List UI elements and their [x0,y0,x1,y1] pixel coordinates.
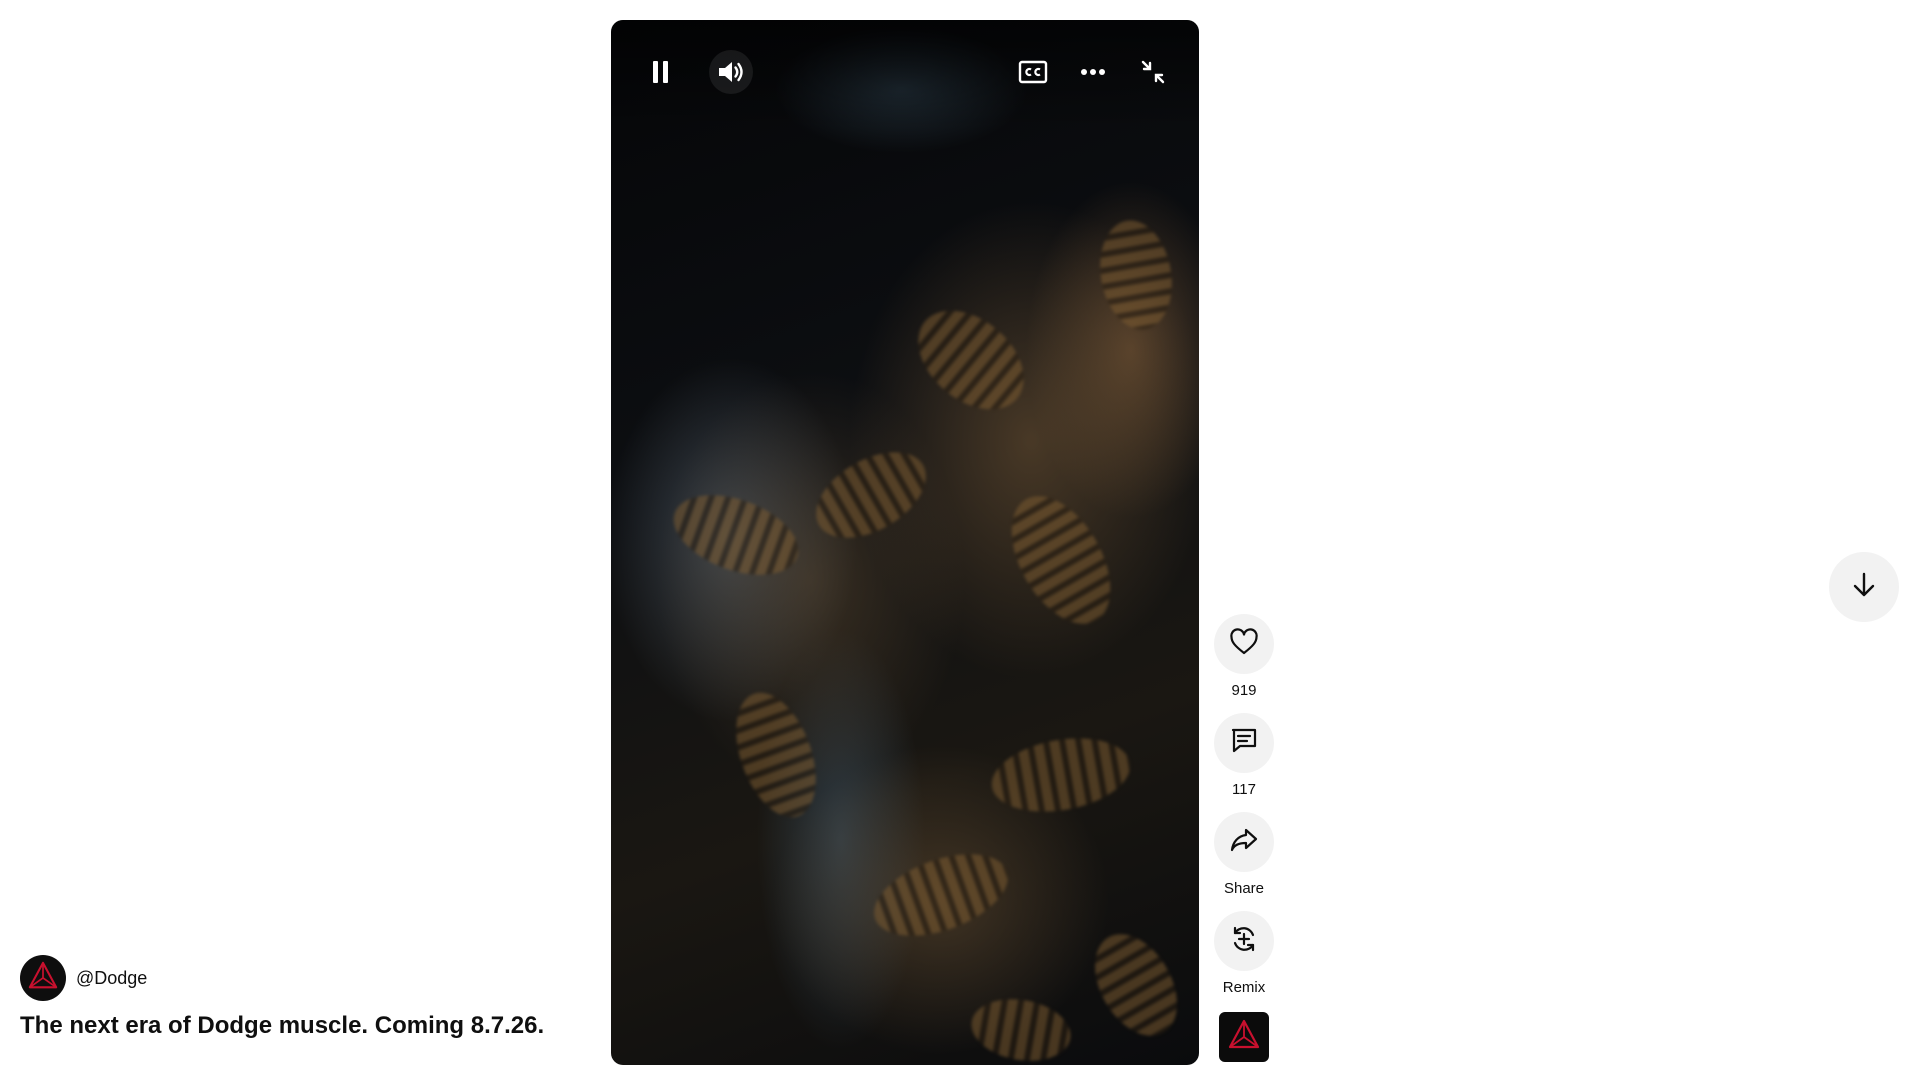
action-bar: 919 117 Share Remix [1214,614,1274,1062]
comment-icon [1230,727,1258,760]
remix-icon [1229,924,1259,959]
channel-handle[interactable]: @Dodge [76,968,147,989]
more-horizontal-icon [1080,68,1106,76]
arrow-down-icon [1851,571,1877,604]
pause-button[interactable] [639,50,683,94]
channel-info: @Dodge [20,955,147,1001]
remix-label: Remix [1222,979,1266,996]
captions-button[interactable] [1011,50,1055,94]
collapse-icon [1140,59,1166,85]
comment-count: 117 [1232,781,1256,798]
share-button[interactable] [1214,812,1274,872]
next-short-button[interactable] [1829,552,1899,622]
share-arrow-icon [1229,827,1259,858]
more-options-button[interactable] [1071,50,1115,94]
exit-fullscreen-button[interactable] [1131,50,1175,94]
like-count: 919 [1231,682,1257,699]
remix-button[interactable] [1214,911,1274,971]
share-label: Share [1223,880,1265,897]
video-player[interactable] [611,20,1199,1065]
volume-button[interactable] [709,50,753,94]
avatar[interactable] [20,955,66,1001]
like-button[interactable] [1214,614,1274,674]
sound-thumbnail[interactable] [1219,1012,1269,1062]
volume-icon [716,58,746,86]
dodge-logo-icon [27,960,59,997]
short-title: The next era of Dodge muscle. Coming 8.7… [20,1012,545,1039]
comments-button[interactable] [1214,713,1274,773]
cc-icon [1018,60,1048,84]
pause-icon [650,60,672,84]
heart-icon [1229,627,1259,661]
dodge-logo-icon [1227,1018,1261,1057]
